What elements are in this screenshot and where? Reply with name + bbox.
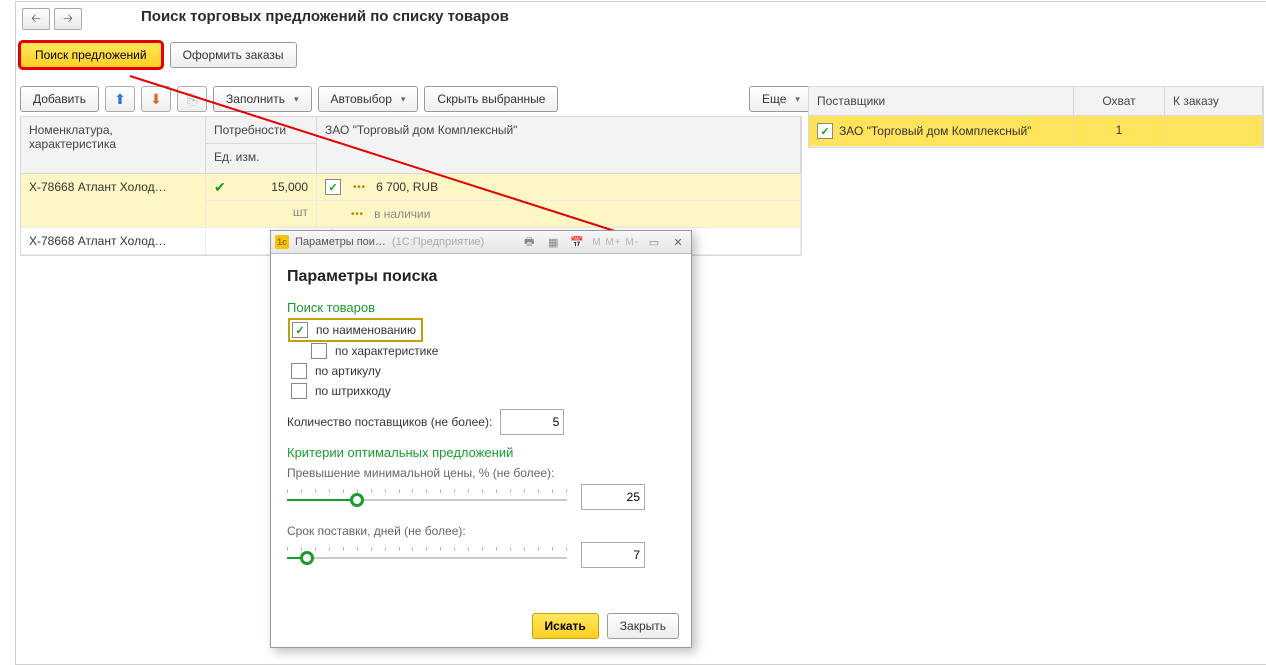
autoselect-dropdown[interactable]: Автовыбор xyxy=(318,86,419,112)
calendar-icon[interactable]: 📅 xyxy=(568,234,586,250)
table-row[interactable]: ЗАО "Торговый дом Комплексный" 1 xyxy=(809,116,1263,147)
dialog-footer: Искать Закрыть xyxy=(271,605,691,647)
arrow-down-icon: ⬇ xyxy=(150,91,162,108)
slider-thumb[interactable] xyxy=(300,551,314,565)
col-nomenclature[interactable]: Номенклатура, характеристика xyxy=(21,117,206,174)
supplier-checkbox[interactable] xyxy=(325,179,341,195)
pattern-icon: • • • xyxy=(351,209,362,220)
col-supplier-name[interactable]: Поставщики xyxy=(809,87,1074,116)
cell-supplier: • • • 6 700, RUB • • • в наличии xyxy=(317,174,801,227)
copy-button[interactable]: ⎘ xyxy=(177,86,207,112)
to-order-value xyxy=(1165,116,1263,146)
search-button[interactable]: Искать xyxy=(532,613,599,639)
by-name-checkbox[interactable] xyxy=(292,322,308,338)
history-nav: 🡠 🡢 xyxy=(22,8,82,30)
page-title: Поиск торговых предложений по списку тов… xyxy=(141,8,509,25)
cell-need: ✔ 15,000 шт xyxy=(206,174,317,227)
table-row[interactable]: X-78668 Атлант Холод… ✔ 15,000 шт • • • … xyxy=(21,174,801,228)
by-name-label: по наименованию xyxy=(316,323,416,337)
delivery-slider[interactable] xyxy=(287,547,567,563)
price-over-label: Превышение минимальной цены, % (не более… xyxy=(287,466,675,480)
by-barcode-label: по штрихкоду xyxy=(315,384,391,398)
col-need: Потребности Ед. изм. xyxy=(206,117,317,174)
col-need-label[interactable]: Потребности xyxy=(206,117,316,144)
coverage-value: 1 xyxy=(1074,116,1165,146)
option-by-article-row: по артикулу xyxy=(291,363,675,379)
minimize-icon[interactable]: ▭ xyxy=(645,234,663,250)
supplier-name: ЗАО "Торговый дом Комплексный" xyxy=(839,124,1031,138)
col-to-order[interactable]: К заказу xyxy=(1165,87,1263,116)
delivery-label: Срок поставки, дней (не более): xyxy=(287,524,675,538)
copy-icon: ⎘ xyxy=(186,91,197,108)
cell-nomenclature: X-78668 Атлант Холод… xyxy=(21,174,206,227)
app-1c-icon: 1c xyxy=(275,235,289,249)
arrow-up-icon: ⬆ xyxy=(114,91,126,108)
more-dropdown[interactable]: Еще xyxy=(749,86,813,112)
nav-forward-button[interactable]: 🡢 xyxy=(54,8,82,30)
suppliers-table-header: Поставщики Охват К заказу xyxy=(809,87,1263,116)
search-offers-button[interactable]: Поиск предложений xyxy=(20,42,162,68)
col-unit-label[interactable]: Ед. изм. xyxy=(206,144,316,170)
print-icon[interactable]: 🖶 xyxy=(520,234,538,250)
move-down-button[interactable]: ⬇ xyxy=(141,86,171,112)
offers-table-header: Номенклатура, характеристика Потребности… xyxy=(21,117,801,174)
delivery-input[interactable] xyxy=(581,542,645,568)
close-button[interactable]: Закрыть xyxy=(607,613,679,639)
supplier-count-input[interactable] xyxy=(500,409,564,435)
create-orders-button[interactable]: Оформить заказы xyxy=(170,42,297,68)
secondary-toolbar: Добавить ⬆ ⬇ ⎘ Заполнить Автовыбор Скрыт… xyxy=(20,86,558,112)
dialog-heading: Параметры поиска xyxy=(287,268,675,286)
price-value: 6 700, RUB xyxy=(376,180,438,194)
add-button[interactable]: Добавить xyxy=(20,86,99,112)
col-coverage[interactable]: Охват xyxy=(1074,87,1165,116)
col-supplier[interactable]: ЗАО "Торговый дом Комплексный" xyxy=(317,117,801,174)
calc-icon[interactable]: ▦ xyxy=(544,234,562,250)
dialog-title-app: (1С:Предприятие) xyxy=(392,236,484,248)
slider-thumb[interactable] xyxy=(350,493,364,507)
price-over-slider[interactable] xyxy=(287,489,567,505)
price-over-block: Превышение минимальной цены, % (не более… xyxy=(287,466,675,510)
supplier-count-label: Количество поставщиков (не более): xyxy=(287,415,492,429)
supplier-count-row: Количество поставщиков (не более): xyxy=(287,409,675,435)
search-params-dialog: 1c Параметры пои… (1С:Предприятие) 🖶 ▦ 📅… xyxy=(270,230,692,648)
section-criteria: Критерии оптимальных предложений xyxy=(287,445,675,460)
qty-value: 15,000 xyxy=(271,180,308,194)
cell-nomenclature: X-78668 Атлант Холод… xyxy=(21,228,206,254)
suppliers-table: Поставщики Охват К заказу ЗАО "Торговый … xyxy=(808,86,1264,148)
supplier-row-checkbox[interactable] xyxy=(817,123,833,139)
delivery-block: Срок поставки, дней (не более): xyxy=(287,524,675,568)
hide-selected-button[interactable]: Скрыть выбранные xyxy=(424,86,558,112)
by-char-label: по характеристике xyxy=(335,344,438,358)
nav-back-button[interactable]: 🡠 xyxy=(22,8,50,30)
fill-dropdown[interactable]: Заполнить xyxy=(213,86,311,112)
by-article-checkbox[interactable] xyxy=(291,363,307,379)
option-by-barcode-row: по штрихкоду xyxy=(291,383,675,399)
close-icon[interactable]: ✕ xyxy=(669,234,687,250)
dialog-title-short: Параметры пои… xyxy=(295,236,386,248)
dialog-body: Параметры поиска Поиск товаров по наимен… xyxy=(271,254,691,605)
dialog-titlebar[interactable]: 1c Параметры пои… (1С:Предприятие) 🖶 ▦ 📅… xyxy=(271,231,691,254)
unit-value: шт xyxy=(206,201,316,227)
option-by-char-row: по характеристике xyxy=(311,343,675,359)
move-up-button[interactable]: ⬆ xyxy=(105,86,135,112)
check-icon: ✔ xyxy=(214,179,226,196)
primary-toolbar: Поиск предложений Оформить заказы xyxy=(20,42,297,68)
by-barcode-checkbox[interactable] xyxy=(291,383,307,399)
price-over-input[interactable] xyxy=(581,484,645,510)
pattern-icon: • • • xyxy=(353,182,364,193)
by-char-checkbox[interactable] xyxy=(311,343,327,359)
stock-value: в наличии xyxy=(374,207,430,221)
option-by-name-row: по наименованию xyxy=(291,321,420,339)
by-article-label: по артикулу xyxy=(315,364,381,378)
section-search-goods: Поиск товаров xyxy=(287,300,675,315)
memory-buttons[interactable]: M M+ M- xyxy=(592,237,639,248)
